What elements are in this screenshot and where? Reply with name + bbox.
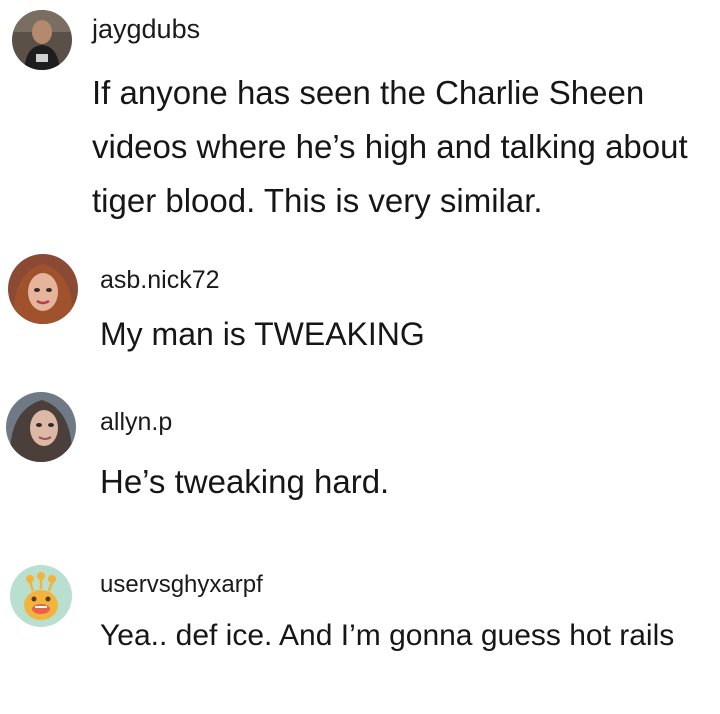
avatar-illustration bbox=[10, 565, 72, 627]
user-photo-icon[interactable] bbox=[12, 10, 72, 70]
comment-text: He’s tweaking hard. bbox=[100, 463, 390, 500]
avatar-photo bbox=[8, 254, 78, 324]
comment-item: jaygdubs If anyone has seen the Charlie … bbox=[0, 0, 720, 230]
comment-username[interactable]: asb.nick72 bbox=[100, 266, 220, 295]
comment-item: asb.nick72 My man is TWEAKING bbox=[0, 240, 720, 360]
user-photo-icon[interactable] bbox=[6, 392, 76, 462]
comment-item: allyn.p He’s tweaking hard. bbox=[0, 378, 720, 518]
avatar-photo bbox=[12, 10, 72, 70]
comment-text: Yea.. def ice. And I’m gonna guess hot r… bbox=[100, 619, 675, 652]
comment-text: If anyone has seen the Charlie Sheen vid… bbox=[92, 74, 688, 219]
comment-username[interactable]: jaygdubs bbox=[92, 14, 200, 45]
comment-username[interactable]: allyn.p bbox=[100, 408, 172, 437]
comment-username[interactable]: uservsghyxarpf bbox=[100, 571, 263, 599]
monster-avatar-icon[interactable] bbox=[10, 565, 72, 627]
comment-item: uservsghyxarpf Yea.. def ice. And I’m go… bbox=[0, 555, 720, 714]
avatar-photo bbox=[6, 392, 76, 462]
comment-text: My man is TWEAKING bbox=[100, 316, 425, 352]
user-photo-icon[interactable] bbox=[8, 254, 78, 324]
